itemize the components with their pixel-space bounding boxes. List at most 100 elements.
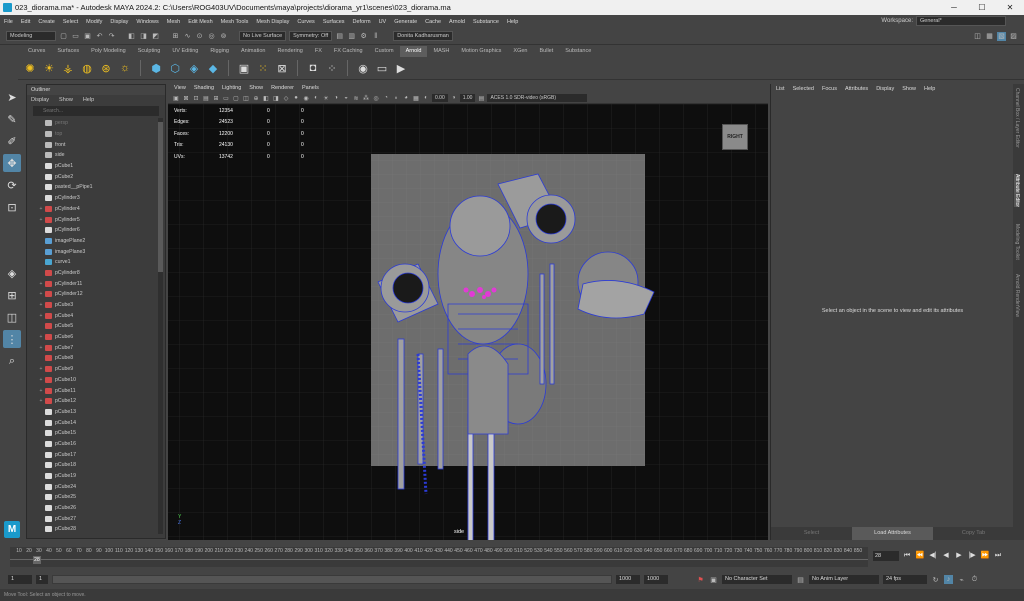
shelf-tab-animation[interactable]: Animation xyxy=(235,46,271,57)
outliner-item[interactable]: + pCube10 xyxy=(27,375,157,386)
scene-viewport[interactable]: Verts: 12354 0 0 Edges: 24523 0 0 Faces: 12200 0 0 T… xyxy=(168,104,768,540)
outliner-scrollbar[interactable] xyxy=(158,118,163,534)
open-scene-icon[interactable]: ▭ xyxy=(71,32,80,41)
outliner-toggle-icon[interactable]: ▦ xyxy=(985,32,994,41)
step-back-frame-icon[interactable]: ◀| xyxy=(928,551,938,561)
smooth-shade-icon[interactable]: ● xyxy=(292,94,300,102)
safe-title-icon[interactable]: ◨ xyxy=(272,94,280,102)
render-settings-icon[interactable]: ⚙ xyxy=(359,32,368,41)
field-chart-icon[interactable]: ⊕ xyxy=(252,94,260,102)
viewcube[interactable]: RIGHT xyxy=(722,124,748,150)
select-object-icon[interactable]: ◨ xyxy=(139,32,148,41)
outliner-item[interactable]: + pCylinder4 xyxy=(27,204,157,215)
standin-icon[interactable]: ⬢ xyxy=(148,60,164,76)
view-transform-dropdown[interactable]: ACES 1.0 SDR-video (sRGB) xyxy=(487,94,588,102)
shelf-tab-mash[interactable]: MASH xyxy=(427,46,455,57)
material-icon[interactable]: ◘ xyxy=(305,60,321,76)
photometric-light-icon[interactable]: ⚶ xyxy=(60,60,76,76)
exposure-icon[interactable]: ◐ xyxy=(422,94,430,102)
xray-icon[interactable]: ◔ xyxy=(382,94,390,102)
play-backwards-icon[interactable]: ◀ xyxy=(941,551,951,561)
lights-icon[interactable]: ☀ xyxy=(322,94,330,102)
rotate-tool-icon[interactable]: ⟳ xyxy=(3,176,21,194)
expand-toggle[interactable]: + xyxy=(37,313,45,319)
outliner-item[interactable]: + pCylinder5 xyxy=(27,214,157,225)
exposure-field[interactable]: 0.00 xyxy=(432,94,448,102)
redo-icon[interactable]: ↷ xyxy=(107,32,116,41)
render-view-icon[interactable]: ▣ xyxy=(236,60,252,76)
new-scene-icon[interactable]: ▢ xyxy=(59,32,68,41)
scrollbar-thumb[interactable] xyxy=(158,122,163,272)
range-bar[interactable] xyxy=(52,575,612,584)
grid-icon[interactable]: ⊞ xyxy=(212,94,220,102)
mesh-light-icon[interactable]: ☀ xyxy=(41,60,57,76)
key-tangent-icon[interactable]: ⌁ xyxy=(957,575,966,584)
sound-icon[interactable]: ♪ xyxy=(944,575,953,584)
play-forwards-icon[interactable]: ▶ xyxy=(954,551,964,561)
side-tab-arnold-renderview[interactable]: Arnold RenderView xyxy=(1014,274,1020,317)
close-button[interactable]: ✕ xyxy=(996,0,1024,15)
expand-toggle[interactable]: + xyxy=(37,377,45,383)
outliner-item[interactable]: pCube28 xyxy=(27,524,157,534)
range-thumb[interactable] xyxy=(53,576,611,583)
attr-menu-attributes[interactable]: Attributes xyxy=(845,84,868,95)
shadows-icon[interactable]: ◑ xyxy=(332,94,340,102)
ipr-render-icon[interactable]: ▥ xyxy=(347,32,356,41)
outliner-item[interactable]: pCube13 xyxy=(27,407,157,418)
fps-dropdown[interactable]: 24 fps xyxy=(883,575,927,584)
persp-outliner-layout-icon[interactable]: ◫ xyxy=(3,308,21,326)
outliner-item[interactable]: pCylinder6 xyxy=(27,225,157,236)
physical-sky-icon[interactable]: ⊛ xyxy=(98,60,114,76)
shelf-tab-rigging[interactable]: Rigging xyxy=(204,46,235,57)
menu-substance[interactable]: Substance xyxy=(469,19,503,25)
menu-create[interactable]: Create xyxy=(34,19,59,25)
menu-help[interactable]: Help xyxy=(503,19,522,25)
character-set-icon[interactable]: ▣ xyxy=(709,575,718,584)
outliner-item[interactable]: + pCube3 xyxy=(27,300,157,311)
attr-menu-list[interactable]: List xyxy=(776,84,785,95)
outliner-search-input[interactable]: Search... xyxy=(33,106,159,116)
area-light-icon[interactable]: ✺ xyxy=(22,60,38,76)
select-button[interactable]: Select xyxy=(771,527,852,540)
snap-curve-icon[interactable]: ∿ xyxy=(183,32,192,41)
shelf-tab-custom[interactable]: Custom xyxy=(369,46,400,57)
menu-arnold[interactable]: Arnold xyxy=(445,19,469,25)
xray-components-icon[interactable]: ◕ xyxy=(402,94,410,102)
save-scene-icon[interactable]: ▣ xyxy=(83,32,92,41)
copy-tab-button[interactable]: Copy Tab xyxy=(933,527,1014,540)
shelf-tab-motion-graphics[interactable]: Motion Graphics xyxy=(455,46,507,57)
outliner-item[interactable]: side xyxy=(27,150,157,161)
outliner-item[interactable]: pCylinder8 xyxy=(27,268,157,279)
outliner-menu-help[interactable]: Help xyxy=(83,95,94,105)
viewport-menu-panels[interactable]: Panels xyxy=(302,84,319,93)
paint-select-icon[interactable]: ✐ xyxy=(3,132,21,150)
outliner-item[interactable]: pCube27 xyxy=(27,513,157,524)
skydome-light-icon[interactable]: ◍ xyxy=(79,60,95,76)
expand-toggle[interactable]: + xyxy=(37,291,45,297)
camera-attr-icon[interactable]: ⊠ xyxy=(182,94,190,102)
attr-menu-help[interactable]: Help xyxy=(924,84,935,95)
menu-cache[interactable]: Cache xyxy=(421,19,445,25)
playback-start-field[interactable]: 1 xyxy=(36,575,48,584)
character-set-dropdown[interactable]: No Character Set xyxy=(722,575,792,584)
menu-deform[interactable]: Deform xyxy=(349,19,375,25)
outliner-item[interactable]: pCube5 xyxy=(27,321,157,332)
color-management-icon[interactable]: ▤ xyxy=(477,94,485,102)
loop-icon[interactable]: ↻ xyxy=(931,575,940,584)
wireframe-on-shaded-icon[interactable]: ◉ xyxy=(302,94,310,102)
menu-mesh[interactable]: Mesh xyxy=(163,19,184,25)
persp-graph-layout-icon[interactable]: ⋮ xyxy=(3,330,21,348)
hud-toggle-icon[interactable]: ▦ xyxy=(412,94,420,102)
menu-file[interactable]: File xyxy=(0,19,17,25)
search-icon[interactable]: ⌕ xyxy=(3,352,21,370)
menu-generate[interactable]: Generate xyxy=(390,19,421,25)
minimize-button[interactable]: ─ xyxy=(940,0,968,15)
go-to-start-icon[interactable]: ⏮ xyxy=(902,551,912,561)
gamma-field[interactable]: 1.00 xyxy=(459,94,476,102)
go-to-end-icon[interactable]: ⏭ xyxy=(993,551,1003,561)
side-tab-attribute-editor[interactable]: Attribute Editor xyxy=(1014,174,1020,208)
shelf-tab-poly-modeling[interactable]: Poly Modeling xyxy=(85,46,132,57)
menu-mesh-display[interactable]: Mesh Display xyxy=(252,19,293,25)
shelf-tab-arnold[interactable]: Arnold xyxy=(399,46,428,57)
side-tab-channel-box-layer-editor[interactable]: Channel Box / Layer Editor xyxy=(1014,88,1020,148)
